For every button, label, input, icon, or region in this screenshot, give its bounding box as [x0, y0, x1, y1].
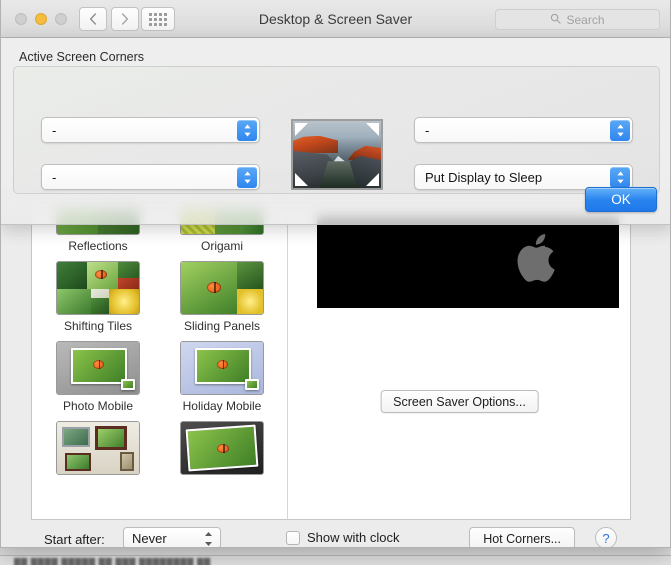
corner-popup-bottom-left[interactable]: - [41, 164, 260, 190]
background-bottom-text: ██ ████ █████ ██ ███ ████████ ██ [14, 558, 211, 565]
screen-saver-label: Photo Mobile [62, 399, 134, 413]
show-with-clock-label: Show with clock [307, 530, 400, 545]
start-after-popup[interactable]: Never [123, 527, 221, 547]
screen-root: ██ ████ █████ ██ ███ ████████ ██ Desktop… [0, 0, 671, 565]
screen-saver-preview-pane: Screen Saver Options... [289, 207, 630, 519]
corner-value-top-right: - [425, 122, 430, 138]
screen-saver-grid: Reflections Origami Shifting Tiles Slidi… [44, 207, 276, 479]
zoom-button[interactable] [55, 13, 67, 25]
search-input[interactable]: Search [495, 9, 660, 30]
close-button[interactable] [15, 13, 27, 25]
corner-value-bottom-left: - [52, 169, 57, 185]
system-preferences-window: Desktop & Screen Saver Search Reflection… [0, 0, 671, 548]
start-after-value: Never [132, 530, 167, 546]
search-placeholder: Search [566, 12, 605, 27]
hot-corners-button[interactable]: Hot Corners... [469, 527, 575, 547]
screen-saver-thumbnail[interactable] [180, 261, 264, 315]
sheet-title: Active Screen Corners [19, 50, 145, 64]
chevron-left-icon [89, 13, 97, 25]
corner-popup-top-left[interactable]: - [41, 117, 260, 143]
start-after-label: Start after: [44, 532, 105, 547]
thumbnail-art-photo-wall [181, 422, 263, 474]
screen-saver-thumbnail[interactable] [180, 421, 264, 475]
screen-saver-options-button[interactable]: Screen Saver Options... [380, 390, 539, 413]
grid-icon [149, 12, 167, 26]
traffic-lights [15, 13, 67, 25]
back-button[interactable] [79, 7, 107, 31]
corner-value-top-left: - [52, 122, 57, 138]
screen-saver-preview [317, 215, 619, 308]
navigation-buttons [79, 7, 139, 31]
screen-saver-label: Reflections [68, 239, 128, 253]
chevron-right-icon [121, 13, 129, 25]
forward-button[interactable] [111, 7, 139, 31]
screen-saver-list[interactable]: Reflections Origami Shifting Tiles Slidi… [32, 207, 288, 519]
corner-marker-bottom-right[interactable] [366, 173, 379, 186]
corner-popup-top-right[interactable]: - [414, 117, 633, 143]
window-titlebar[interactable]: Desktop & Screen Saver Search [1, 0, 670, 38]
screen-saver-panel: Reflections Origami Shifting Tiles Slidi… [31, 206, 631, 520]
hot-corners-sheet: Active Screen Corners - - - Put Display … [1, 38, 670, 225]
thumbnail-art-photo-mobile [57, 342, 139, 394]
screen-saver-label: Shifting Tiles [63, 319, 133, 333]
checkbox-box[interactable] [286, 530, 300, 545]
list-item[interactable]: Photo Mobile [44, 341, 152, 413]
help-button[interactable]: ? [595, 527, 617, 547]
show-with-clock-checkbox[interactable]: Show with clock [286, 530, 399, 545]
search-icon [550, 11, 562, 29]
screen-saver-label: Origami [200, 239, 243, 253]
screen-saver-thumbnail[interactable] [56, 421, 140, 475]
thumbnail-art-holiday-mobile [181, 342, 263, 394]
list-item[interactable]: Sliding Panels [168, 261, 276, 333]
screen-saver-thumbnail[interactable] [180, 341, 264, 395]
list-item[interactable] [44, 421, 152, 479]
thumbnail-art-vintage-prints [57, 422, 139, 474]
screen-saver-thumbnail[interactable] [56, 261, 140, 315]
corner-marker-top-left[interactable] [295, 123, 308, 136]
corner-value-bottom-right: Put Display to Sleep [425, 169, 543, 185]
thumbnail-art-sliding-panels [181, 262, 263, 314]
chevron-updown-icon [610, 167, 630, 188]
desktop-preview-thumbnail [291, 119, 383, 190]
minimize-button[interactable] [35, 13, 47, 25]
corner-marker-top-right[interactable] [366, 123, 379, 136]
list-item[interactable]: Shifting Tiles [44, 261, 152, 333]
apple-logo-icon [517, 233, 561, 290]
ok-button[interactable]: OK [585, 187, 657, 212]
chevron-updown-icon [237, 120, 257, 141]
chevron-updown-icon [237, 167, 257, 188]
background-bottom-strip: ██ ████ █████ ██ ███ ████████ ██ [0, 555, 671, 565]
corner-marker-bottom-left[interactable] [295, 173, 308, 186]
screen-saver-controls-row: Start after: Never Show with clock Hot C… [31, 527, 631, 547]
list-item[interactable] [168, 421, 276, 479]
show-all-button[interactable] [141, 7, 175, 31]
screen-saver-thumbnail[interactable] [56, 341, 140, 395]
thumbnail-art-shifting-tiles [57, 262, 139, 314]
screen-saver-label: Holiday Mobile [182, 399, 262, 413]
chevron-updown-icon [610, 120, 630, 141]
list-item[interactable]: Holiday Mobile [168, 341, 276, 413]
chevron-updown-icon [204, 531, 213, 547]
screen-saver-label: Sliding Panels [183, 319, 261, 333]
